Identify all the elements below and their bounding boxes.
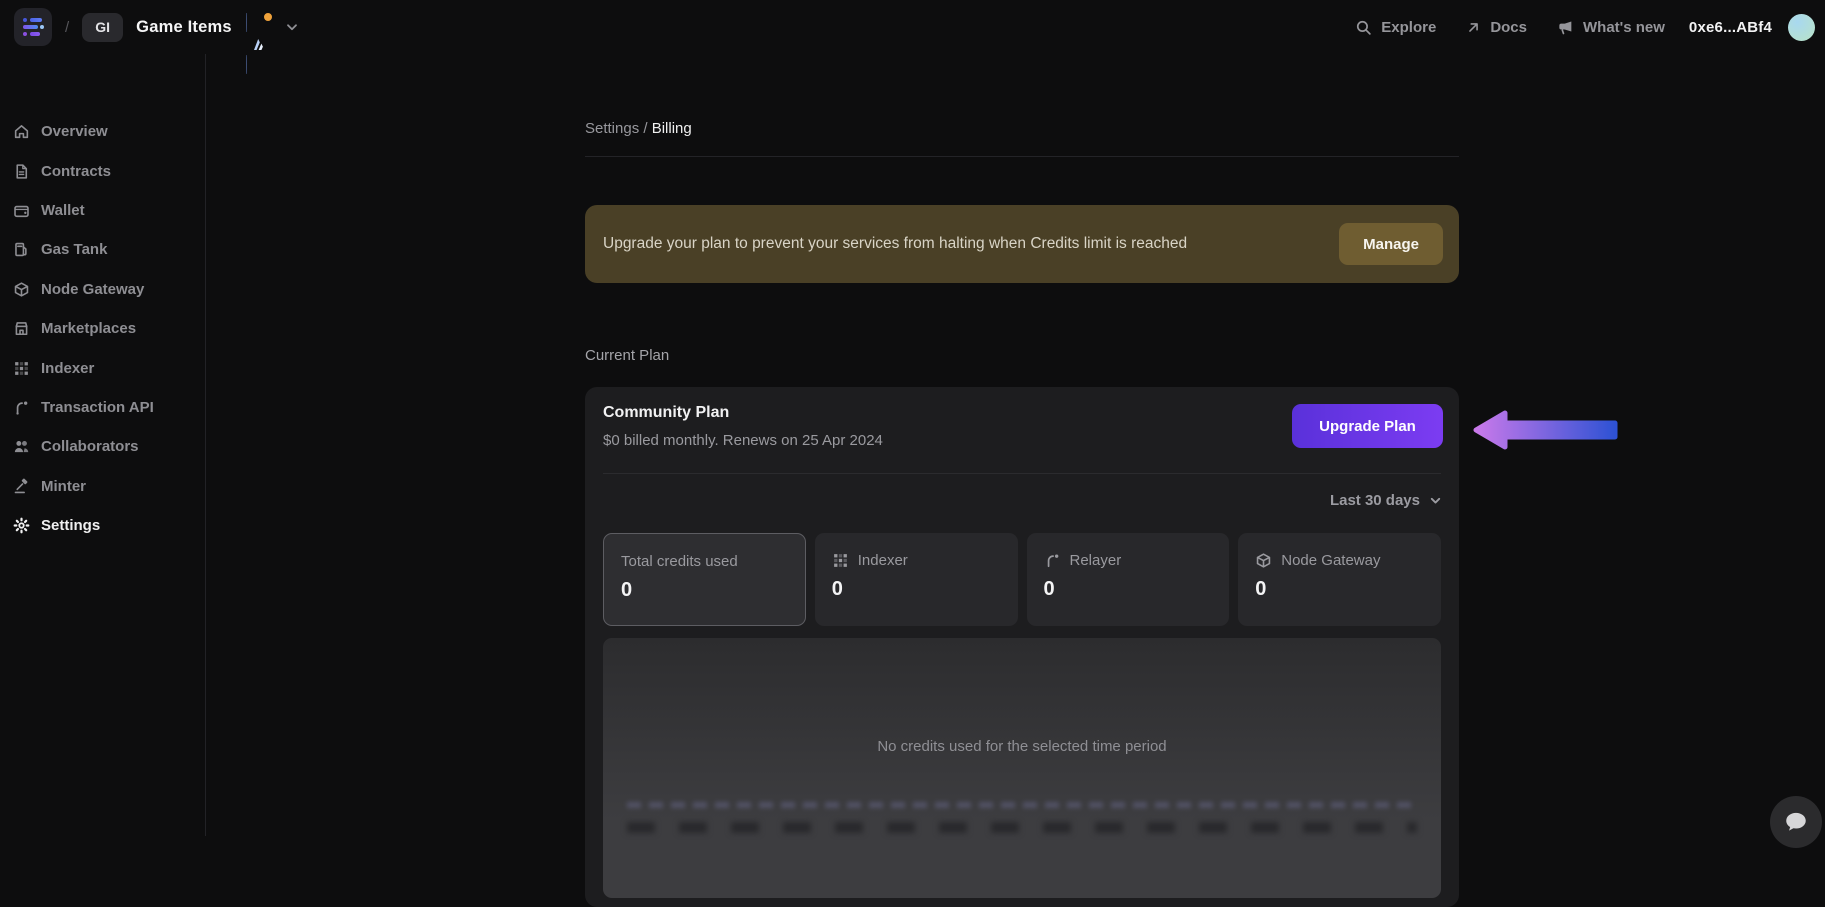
logo-bar (30, 18, 42, 22)
usage-chart: No credits used for the selected time pe… (603, 638, 1441, 898)
sidebar-item-indexer[interactable]: Indexer (0, 348, 205, 387)
stat-node-gateway[interactable]: Node Gateway 0 (1238, 533, 1441, 626)
sidebar-item-label: Overview (41, 123, 108, 140)
card-divider (603, 473, 1441, 474)
notification-dot (262, 11, 274, 23)
sidebar-menu: Overview Contracts Wallet Gas Tank Node … (0, 112, 205, 545)
breadcrumb: Settings / Billing (585, 120, 692, 137)
docs-label: Docs (1490, 19, 1527, 36)
current-plan-heading: Current Plan (585, 347, 669, 364)
sidebar-item-label: Settings (41, 517, 100, 534)
sidebar-item-label: Wallet (41, 202, 85, 219)
avatar[interactable] (1788, 14, 1815, 41)
docs-link[interactable]: Docs (1466, 19, 1527, 36)
stat-label: Total credits used (621, 553, 738, 570)
manage-button[interactable]: Manage (1339, 223, 1443, 265)
stat-relayer[interactable]: Relayer 0 (1027, 533, 1230, 626)
storefront-icon (13, 320, 30, 337)
project-initials-badge[interactable]: GI (82, 13, 123, 42)
logo-bar (23, 18, 27, 22)
people-icon (13, 438, 30, 455)
home-icon (13, 123, 30, 140)
sidebar-item-settings[interactable]: Settings (0, 506, 205, 545)
logo-bar (23, 25, 38, 29)
usage-stats-row: Total credits used 0 Indexer 0 Relayer 0 (603, 533, 1441, 626)
logo-bar (30, 32, 40, 36)
sidebar-item-label: Marketplaces (41, 320, 136, 337)
chart-empty-message: No credits used for the selected time pe… (603, 738, 1441, 755)
sidebar-item-overview[interactable]: Overview (0, 112, 205, 151)
chat-bubble-icon (1783, 809, 1809, 835)
period-selector-label: Last 30 days (1330, 492, 1420, 509)
whats-new-link[interactable]: What's new (1557, 19, 1665, 36)
billing-page: Settings / Billing Upgrade your plan to … (585, 0, 1459, 836)
chevron-down-icon (1428, 493, 1443, 508)
project-name: Game Items (136, 18, 232, 37)
external-link-icon (1466, 20, 1481, 35)
sidebar-item-label: Node Gateway (41, 281, 144, 298)
grid-icon (13, 360, 30, 377)
gavel-icon (13, 478, 30, 495)
upgrade-warning-banner: Upgrade your plan to prevent your servic… (585, 205, 1459, 283)
plan-billing-summary: $0 billed monthly. Renews on 25 Apr 2024 (603, 432, 883, 449)
sidebar-item-node-gateway[interactable]: Node Gateway (0, 270, 205, 309)
sidebar-item-label: Collaborators (41, 438, 139, 455)
fuel-pump-icon (13, 241, 30, 258)
sidebar-item-label: Contracts (41, 163, 111, 180)
stat-total-credits[interactable]: Total credits used 0 (603, 533, 806, 626)
period-selector[interactable]: Last 30 days (1330, 492, 1443, 509)
sidebar-item-label: Gas Tank (41, 241, 107, 258)
sidebar-item-transaction-api[interactable]: Transaction API (0, 388, 205, 427)
wallet-address[interactable]: 0xe6...ABf4 (1689, 19, 1772, 36)
stat-value: 0 (1044, 578, 1055, 601)
chart-zero-line (627, 802, 1417, 808)
grid-icon (832, 552, 849, 569)
sidebar-item-contracts[interactable]: Contracts (0, 151, 205, 190)
chevron-down-icon[interactable] (284, 19, 300, 35)
stat-indexer[interactable]: Indexer 0 (815, 533, 1018, 626)
breadcrumb-billing: Billing (652, 120, 692, 137)
whats-new-label: What's new (1583, 19, 1665, 36)
wallet-icon (13, 202, 30, 219)
path-separator: / (65, 19, 69, 36)
stat-label: Indexer (858, 552, 908, 569)
plan-name: Community Plan (603, 404, 729, 422)
sidebar-item-minter[interactable]: Minter (0, 467, 205, 506)
megaphone-icon (1557, 19, 1574, 36)
sidebar-item-label: Minter (41, 478, 86, 495)
relayer-icon (1044, 552, 1061, 569)
stat-label: Node Gateway (1281, 552, 1380, 569)
relayer-icon (13, 399, 30, 416)
sidebar-item-gas-tank[interactable]: Gas Tank (0, 230, 205, 269)
stat-value: 0 (1255, 578, 1266, 601)
stat-label: Relayer (1070, 552, 1122, 569)
chat-button[interactable] (1770, 796, 1822, 848)
cube-icon (13, 281, 30, 298)
upgrade-plan-button[interactable]: Upgrade Plan (1292, 404, 1443, 448)
cube-icon (1255, 552, 1272, 569)
gear-icon (13, 517, 30, 534)
breadcrumb-separator: / (643, 120, 651, 137)
chart-axis-ticks (627, 822, 1417, 833)
network-badge[interactable] (246, 14, 272, 40)
stat-value: 0 (621, 579, 632, 602)
sidebar-item-wallet[interactable]: Wallet (0, 191, 205, 230)
sidebar-item-label: Transaction API (41, 399, 154, 416)
breadcrumb-divider (585, 156, 1459, 157)
stat-value: 0 (832, 578, 843, 601)
builder-logo[interactable] (14, 8, 52, 46)
contract-file-icon (13, 163, 30, 180)
sidebar: Overview Contracts Wallet Gas Tank Node … (0, 54, 206, 836)
logo-bar (40, 25, 44, 29)
logo-bar (23, 32, 27, 36)
sidebar-item-marketplaces[interactable]: Marketplaces (0, 309, 205, 348)
banner-message: Upgrade your plan to prevent your servic… (603, 235, 1187, 253)
sidebar-item-label: Indexer (41, 360, 94, 377)
annotation-arrow (1470, 405, 1622, 455)
sidebar-item-collaborators[interactable]: Collaborators (0, 427, 205, 466)
breadcrumb-settings[interactable]: Settings (585, 120, 639, 137)
plan-card: Community Plan $0 billed monthly. Renews… (585, 387, 1459, 907)
